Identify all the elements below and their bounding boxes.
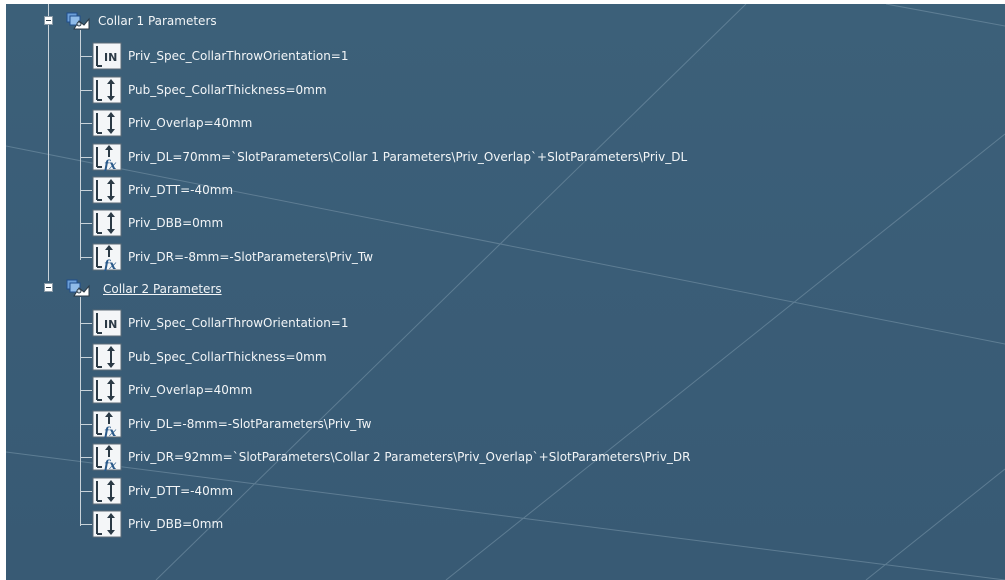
parameter-label: Pub_Spec_CollarThickness=0mm [128,83,327,97]
collapse-toggle[interactable] [44,16,53,25]
parameter-label: Priv_DL=70mm=`SlotParameters\Collar 1 Pa… [128,150,688,164]
tree-branch-line [80,257,92,258]
length-parameter-icon [92,109,122,137]
tree-branch-line [80,157,92,158]
svg-text:fx: fx [103,258,117,271]
parameter-set-label[interactable]: Collar 1 Parameters [98,13,217,29]
length-parameter-icon [92,477,122,505]
parameter-label: Priv_DR=92mm=`SlotParameters\Collar 2 Pa… [128,450,691,464]
parameter-label: Priv_Spec_CollarThrowOrientation=1 [128,49,349,63]
formula-parameter-icon: fx [92,410,122,438]
tree-branch-line [80,424,92,425]
3d-viewer-canvas[interactable]: Collar 1 Parameters IN Priv_Spec_CollarT… [6,4,1005,580]
tree-branch-line [80,491,92,492]
parameter-label: Priv_Overlap=40mm [128,383,253,397]
parameter-label: Priv_Overlap=40mm [128,116,253,130]
tree-branch-line [48,4,49,281]
collapse-toggle[interactable] [44,283,53,292]
formula-parameter-icon: fx [92,443,122,471]
parameter-label: Priv_DL=-8mm=-SlotParameters\Priv_Tw [128,417,372,431]
parameter-label: Priv_DBB=0mm [128,216,224,230]
tree-branch-line [80,190,92,191]
parameter-label: Priv_DR=-8mm=-SlotParameters\Priv_Tw [128,250,374,264]
parameter-set-label[interactable]: Collar 2 Parameters [103,281,222,297]
tree-branch-line [80,123,92,124]
formula-parameter-icon: fx [92,143,122,171]
parameter-set-icon [66,279,90,297]
integer-parameter-icon: IN [92,309,122,337]
viewport: Collar 1 Parameters IN Priv_Spec_CollarT… [0,0,1005,580]
parameter-set-icon [66,12,90,30]
tree-branch-line [80,457,92,458]
parameter-label: Pub_Spec_CollarThickness=0mm [128,350,327,364]
tree-branch-line [80,390,92,391]
tree-branch-line [80,30,81,260]
length-parameter-icon [92,376,122,404]
svg-text:fx: fx [103,425,117,438]
tree-branch-line [80,90,92,91]
length-parameter-icon [92,343,122,371]
length-parameter-icon [92,176,122,204]
tree-branch-line [80,323,92,324]
parameter-label: Priv_DBB=0mm [128,517,224,531]
svg-text:fx: fx [103,158,117,171]
parameter-label: Priv_DTT=-40mm [128,183,234,197]
tree-branch-line [80,56,92,57]
svg-text:IN: IN [104,318,117,331]
length-parameter-icon [92,209,122,237]
svg-text:fx: fx [103,458,117,471]
tree-branch-line [80,524,92,525]
length-parameter-icon [92,510,122,538]
tree-branch-line [80,357,92,358]
formula-parameter-icon: fx [92,243,122,271]
parameter-label: Priv_DTT=-40mm [128,484,234,498]
svg-text:IN: IN [104,51,117,64]
parameter-label: Priv_Spec_CollarThrowOrientation=1 [128,316,349,330]
integer-parameter-icon: IN [92,42,122,70]
length-parameter-icon [92,76,122,104]
tree-branch-line [80,223,92,224]
